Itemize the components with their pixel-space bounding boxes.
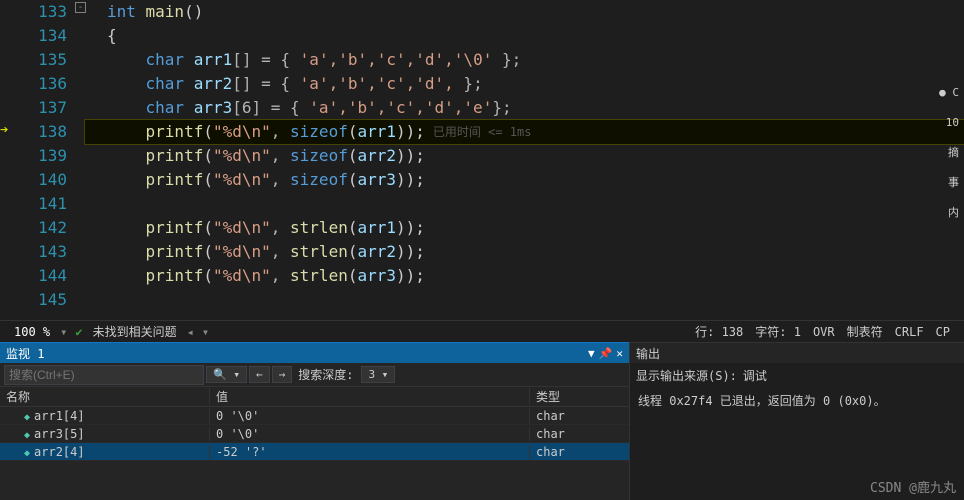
nav-next-button[interactable]: →: [272, 366, 293, 383]
code-line[interactable]: printf("%d\n", strlen(arr3));: [85, 264, 964, 288]
depth-label: 搜索深度:: [298, 366, 353, 383]
output-source-value[interactable]: 调试: [743, 367, 767, 384]
output-body: 线程 0x27f4 已退出，返回值为 0 (0x0)。: [630, 388, 964, 413]
code-line[interactable]: printf("%d\n", strlen(arr2));: [85, 240, 964, 264]
dropdown-icon[interactable]: ◂: [187, 325, 194, 339]
side-item: 10: [936, 110, 962, 136]
variable-icon: ◆: [24, 412, 30, 423]
nav-prev-button[interactable]: ←: [249, 366, 270, 383]
check-icon: ✔: [75, 325, 82, 339]
pin-icon[interactable]: 📌: [599, 347, 613, 360]
col-type[interactable]: 类型: [530, 388, 629, 405]
watch-grid-header: 名称 值 类型: [0, 387, 629, 407]
status-line: 行: 138: [695, 323, 743, 340]
line-number-gutter: 133134135136137138139140141142143144145: [0, 0, 85, 320]
zoom-level[interactable]: 100 %: [14, 325, 50, 339]
watch-panel[interactable]: 监视 1 ▼ 📌 ✕ 🔍 ▾ ← → 搜索深度: 3 ▾ 名称 值 类型 ◆ar…: [0, 342, 629, 500]
side-item[interactable]: ● C: [936, 80, 962, 106]
code-line[interactable]: char arr3[6] = { 'a','b','c','d','e'};: [85, 96, 964, 120]
watch-title-bar: 监视 1 ▼ 📌 ✕: [0, 343, 629, 363]
variable-icon: ◆: [24, 448, 30, 459]
watch-search-row: 🔍 ▾ ← → 搜索深度: 3 ▾: [0, 363, 629, 387]
status-ovr[interactable]: OVR: [813, 325, 835, 339]
code-line[interactable]: char arr2[] = { 'a','b','c','d', };: [85, 72, 964, 96]
perf-hint: 已用时间 <= 1ms: [433, 120, 532, 144]
col-name[interactable]: 名称: [0, 388, 210, 405]
code-line[interactable]: printf("%d\n", sizeof(arr3));: [85, 168, 964, 192]
close-icon[interactable]: ✕: [616, 347, 623, 360]
execution-pointer-icon: ➔: [0, 122, 8, 138]
watch-row[interactable]: ◆arr3[5]0 '\0'char: [0, 425, 629, 443]
code-line[interactable]: int main(): [85, 0, 964, 24]
status-crlf[interactable]: CRLF: [895, 325, 924, 339]
code-line[interactable]: [85, 288, 964, 312]
status-char: 字符: 1: [755, 323, 801, 340]
code-area[interactable]: - int main(){ char arr1[] = { 'a','b','c…: [85, 0, 964, 320]
fold-minus-icon[interactable]: -: [75, 2, 86, 13]
code-line[interactable]: printf("%d\n", sizeof(arr2));: [85, 144, 964, 168]
side-item[interactable]: 事: [936, 170, 962, 196]
depth-value[interactable]: 3 ▾: [361, 366, 395, 383]
output-source-label: 显示输出来源(S):: [636, 367, 737, 384]
dropdown-icon[interactable]: ▾: [202, 325, 209, 339]
code-line[interactable]: {: [85, 24, 964, 48]
side-item[interactable]: 内: [936, 200, 962, 226]
status-bar: 100 % ▾ ✔ 未找到相关问题 ◂ ▾ 行: 138 字符: 1 OVR 制…: [0, 320, 964, 342]
code-line[interactable]: char arr1[] = { 'a','b','c','d','\0' };: [85, 48, 964, 72]
status-cpu: CP: [936, 325, 950, 339]
status-tabs[interactable]: 制表符: [847, 323, 883, 340]
dropdown-icon[interactable]: ▾: [60, 325, 67, 339]
watch-row[interactable]: ◆arr1[4]0 '\0'char: [0, 407, 629, 425]
side-toolbox: ● C 10 摘 事 内: [936, 80, 962, 230]
variable-icon: ◆: [24, 430, 30, 441]
search-input[interactable]: [4, 365, 204, 385]
watch-row[interactable]: ◆arr2[4]-52 '?'char: [0, 443, 629, 461]
dropdown-icon[interactable]: ▼: [588, 347, 595, 360]
bottom-panels: 监视 1 ▼ 📌 ✕ 🔍 ▾ ← → 搜索深度: 3 ▾ 名称 值 类型 ◆ar…: [0, 342, 964, 500]
code-line[interactable]: printf("%d\n", sizeof(arr1));已用时间 <= 1ms: [85, 120, 964, 144]
output-title: 输出: [630, 343, 964, 363]
watch-title: 监视 1: [6, 345, 44, 362]
side-item[interactable]: 摘: [936, 140, 962, 166]
code-line[interactable]: [85, 192, 964, 216]
code-editor[interactable]: ➔ 13313413513613713813914014114214314414…: [0, 0, 964, 320]
col-value[interactable]: 值: [210, 388, 530, 405]
output-source-row: 显示输出来源(S): 调试: [630, 363, 964, 388]
watermark: CSDN @鹿九丸: [870, 477, 956, 496]
search-button[interactable]: 🔍 ▾: [206, 366, 247, 383]
issues-text: 未找到相关问题: [93, 323, 177, 340]
code-line[interactable]: printf("%d\n", strlen(arr1));: [85, 216, 964, 240]
